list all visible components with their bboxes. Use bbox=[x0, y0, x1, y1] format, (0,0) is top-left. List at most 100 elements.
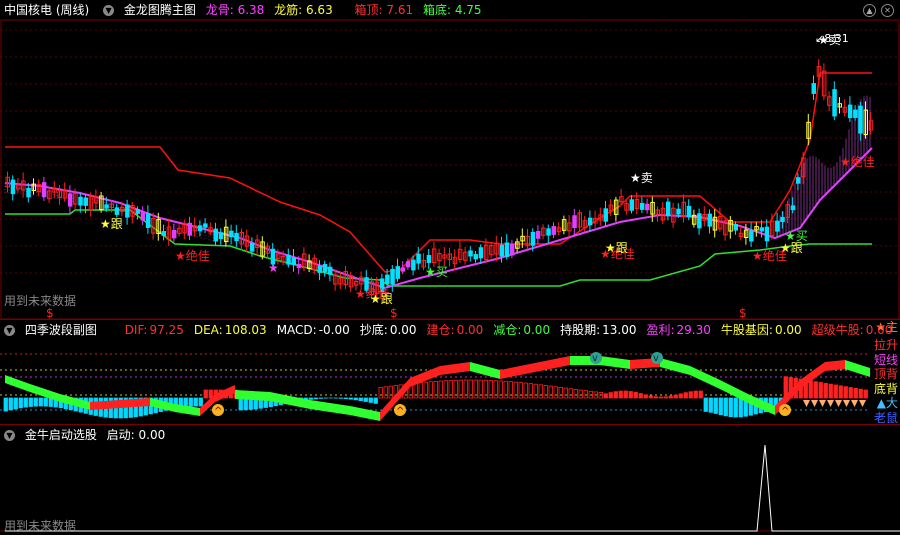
candle-body bbox=[858, 105, 863, 134]
box-bottom-label: 箱底: bbox=[422, 3, 451, 17]
sub-metrics: DIF: 97.25 DEA: 108.03 MACD: -0.00 抄底: 0.00 建仓: 0… bbox=[125, 323, 900, 337]
close-icon[interactable]: ✕ bbox=[881, 4, 894, 17]
candle-body bbox=[405, 261, 411, 268]
macd-bar bbox=[708, 397, 713, 413]
macd-bar bbox=[43, 397, 48, 407]
signal-marker: ★绝佳 bbox=[175, 248, 210, 263]
candle-body bbox=[41, 182, 47, 198]
candle-body bbox=[499, 244, 504, 257]
macd-bar bbox=[313, 397, 318, 400]
start-chart-pane[interactable]: ▼ 金牛启动选股 启动: 0.00 用到未来数据 bbox=[0, 425, 900, 535]
wave-band bbox=[845, 360, 870, 377]
macd-bar bbox=[828, 383, 833, 399]
macd-bar bbox=[623, 390, 628, 399]
indicator-menu-icon[interactable]: ▼ bbox=[4, 430, 15, 441]
candle-body bbox=[140, 211, 146, 221]
candle-body bbox=[426, 255, 432, 263]
indicator-name[interactable]: 金龙图腾主图 bbox=[124, 3, 196, 17]
candle-body bbox=[551, 226, 556, 235]
macd-bar bbox=[18, 397, 23, 409]
main-chart-canvas[interactable]: ↙8.31★跟★绝佳★★绝佳★跟★买★卖★绝佳★跟★绝佳★跟★买★卖★绝佳 bbox=[0, 0, 900, 320]
candle-body bbox=[832, 89, 837, 117]
sub-right-label: 底背 bbox=[873, 381, 898, 396]
macd-bar bbox=[813, 381, 818, 399]
candle-body bbox=[83, 197, 88, 206]
metric-label: 超级牛股: bbox=[811, 323, 864, 337]
candle-body bbox=[249, 242, 255, 252]
macd-bar bbox=[508, 381, 513, 399]
signal-marker: ★买 bbox=[425, 265, 448, 279]
candle-body bbox=[229, 230, 234, 238]
macd-bar bbox=[423, 381, 428, 399]
candle-body bbox=[203, 223, 208, 228]
macd-bar bbox=[638, 393, 643, 399]
metric-label: 减仓: bbox=[493, 323, 522, 337]
macd-bar bbox=[308, 397, 313, 400]
macd-bar bbox=[808, 380, 813, 399]
box-line bbox=[5, 72, 872, 273]
candle-body bbox=[197, 225, 203, 232]
candle-body bbox=[26, 187, 31, 198]
long-jin-value: 6.63 bbox=[305, 3, 333, 17]
macd-bar bbox=[718, 397, 723, 416]
signal-marker: ★卖 bbox=[630, 171, 653, 185]
macd-bar bbox=[533, 383, 538, 399]
candle-body bbox=[504, 242, 510, 257]
collapse-icon[interactable]: ▲ bbox=[863, 4, 876, 17]
macd-bar bbox=[668, 395, 673, 399]
signal-marker: ★跟 bbox=[780, 241, 803, 255]
start-metric-label: 启动: bbox=[106, 428, 135, 442]
candle-body bbox=[733, 223, 738, 231]
candle-body bbox=[390, 268, 395, 285]
candle-body bbox=[78, 196, 83, 206]
candle-body bbox=[218, 232, 224, 240]
candle-body bbox=[10, 179, 16, 195]
indicator-menu-icon[interactable]: ▼ bbox=[4, 325, 15, 336]
candle-body bbox=[639, 202, 645, 210]
macd-bar bbox=[713, 397, 718, 414]
metric-label: 持股期: bbox=[560, 323, 601, 337]
metric-label: DIF: bbox=[124, 323, 148, 337]
buy-chevron-glyph: ^ bbox=[396, 406, 404, 417]
start-title[interactable]: 金牛启动选股 bbox=[25, 428, 97, 442]
signal-marker: ★绝佳 bbox=[840, 154, 875, 169]
indicator-menu-icon[interactable]: ▼ bbox=[103, 5, 115, 16]
metric-value: 13.00 bbox=[602, 323, 637, 337]
macd-bar bbox=[848, 387, 853, 399]
metric-value: 29.30 bbox=[676, 323, 711, 337]
trend-triangle-icon bbox=[835, 400, 842, 407]
wave-band bbox=[600, 356, 630, 369]
candle-body bbox=[187, 222, 192, 236]
candle-body bbox=[676, 208, 681, 215]
macd-bar bbox=[548, 385, 553, 399]
future-data-watermark: 用到未来数据 bbox=[4, 519, 77, 533]
macd-bar bbox=[438, 380, 443, 399]
metric-value: 0.00 bbox=[523, 323, 551, 337]
sub-title[interactable]: 四季波段副图 bbox=[25, 323, 97, 337]
macd-bar bbox=[528, 383, 533, 399]
macd-bar bbox=[863, 389, 868, 399]
candle-body bbox=[629, 199, 634, 211]
macd-bar bbox=[843, 386, 848, 399]
candle-body bbox=[749, 230, 754, 242]
candle-body bbox=[145, 213, 151, 228]
metric-label: DEA: bbox=[193, 323, 223, 337]
macd-bar bbox=[603, 393, 608, 399]
candle-body bbox=[764, 226, 770, 242]
macd-bar bbox=[383, 386, 388, 399]
candle-body bbox=[327, 266, 333, 275]
macd-bar bbox=[563, 387, 568, 399]
macd-bar bbox=[193, 397, 198, 407]
sub-chart-pane[interactable]: ^ ^ ^ v v ▼ 四季波段副图 DIF: 97.25 DEA: 108.03 MACD: -… bbox=[0, 320, 900, 425]
candle-body bbox=[587, 217, 593, 226]
macd-bar bbox=[688, 391, 693, 399]
main-chart-pane[interactable]: ↙8.31 ★跟 ★绝佳 ★ ★绝佳 ★跟 ★买 ★卖 ★绝佳 ★跟 ★绝佳 ★跟 ★买 ★卖 ★绝佳 中国… bbox=[0, 0, 900, 320]
candle-body bbox=[395, 266, 400, 279]
metric-value: 108.03 bbox=[224, 323, 267, 337]
macd-bar bbox=[243, 397, 248, 411]
signal-marker: ★跟 bbox=[100, 217, 123, 231]
macd-bar bbox=[368, 397, 373, 403]
signal-marker: ★买 bbox=[785, 229, 808, 243]
candle-body bbox=[213, 228, 218, 242]
candle-body bbox=[853, 109, 858, 118]
